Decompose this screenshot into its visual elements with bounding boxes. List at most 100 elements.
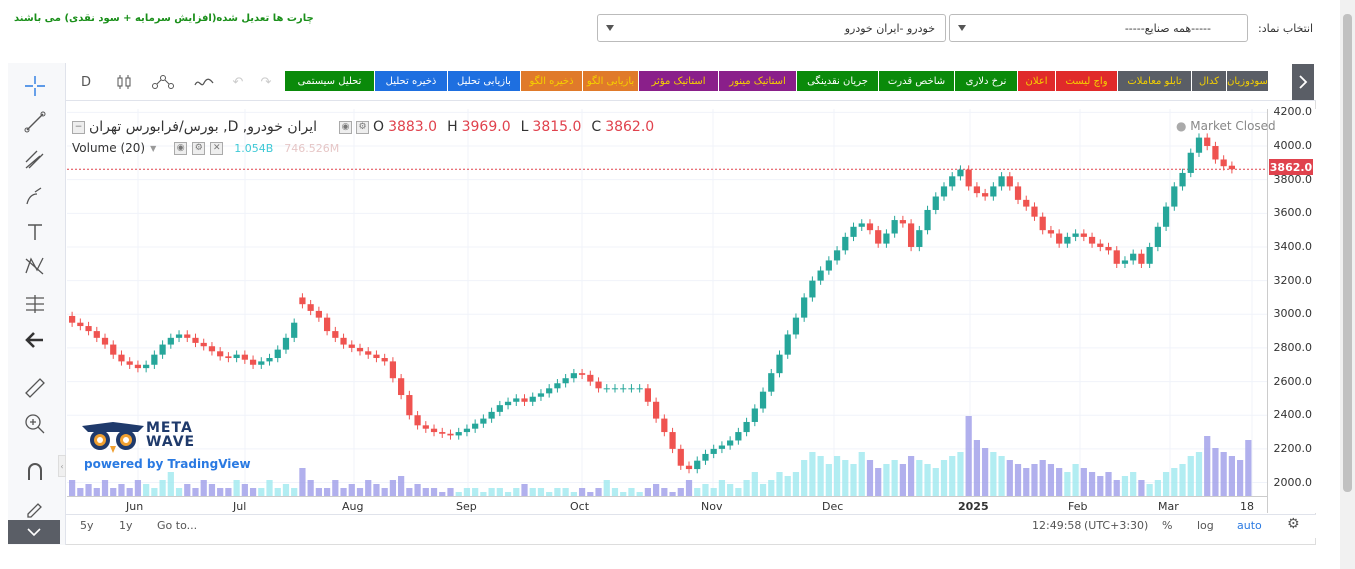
magnet-icon[interactable] (22, 459, 48, 485)
volume-bar (768, 480, 775, 496)
candle-body (727, 440, 734, 446)
volume-bar (373, 484, 380, 496)
candle-body (899, 220, 906, 224)
brush-icon[interactable] (22, 183, 48, 209)
chip-3[interactable]: ذخیره الگو (521, 71, 583, 91)
chip-1[interactable]: ذخیره تحلیل (375, 71, 448, 91)
candle-body (1080, 233, 1087, 237)
range-1y-button[interactable]: 1y (119, 519, 133, 532)
candle-body (907, 223, 915, 247)
close-icon[interactable]: ✕ (210, 141, 224, 155)
time-tick-label: Sep (456, 500, 477, 513)
feature-chips: تحلیل سیستمی ذخیره تحلیل بازیابی تحلیل ذخیر… (285, 71, 1297, 91)
settings-icon[interactable]: ⚙ (192, 141, 206, 155)
time-tick-label: Jun (126, 500, 144, 513)
pattern-icon[interactable] (22, 253, 48, 279)
auto-toggle[interactable]: auto (1237, 519, 1262, 532)
fib-icon[interactable] (22, 291, 48, 317)
industry-select-value: -----همه صنایع----- (1124, 22, 1211, 35)
page-scrollbar[interactable] (1340, 0, 1355, 569)
timezone[interactable]: (UTC+3:30) (1084, 519, 1148, 532)
volume-bar (1072, 464, 1079, 496)
scrollbar-thumb[interactable] (1343, 14, 1352, 492)
volume-bar (710, 488, 717, 496)
volume-bar (208, 484, 216, 496)
chip-12[interactable]: تابلو معاملات (1118, 71, 1192, 91)
candle-body (554, 383, 561, 389)
candle-body (488, 411, 495, 419)
lock-drawing-icon[interactable] (22, 495, 48, 521)
volume-bar (990, 452, 997, 496)
range-5y-button[interactable]: 5y (80, 519, 94, 532)
log-toggle[interactable]: log (1197, 519, 1214, 532)
volume-bar (685, 480, 693, 496)
chip-7[interactable]: جریان نقدینگی (797, 71, 879, 91)
settings-icon[interactable]: ⚙ (356, 120, 370, 134)
candle-body (1179, 172, 1186, 187)
page: چارت ها تعدیل شده(افزایش سرمایه + سود نق… (0, 0, 1355, 569)
candle-style-icon[interactable] (112, 71, 136, 93)
volume-bar (225, 488, 232, 496)
trend-line-icon[interactable] (22, 109, 48, 135)
time-axis[interactable]: Jun Jul Aug Sep Oct Nov Dec 2025 Feb Mar 18 (67, 496, 1267, 514)
eye-icon[interactable]: ◉ (174, 141, 188, 155)
volume-bar (982, 448, 989, 496)
ruler-icon[interactable] (22, 375, 48, 401)
candle-body (513, 398, 520, 402)
chip-13[interactable]: کدال (1192, 71, 1227, 91)
toolbar-collapse-button[interactable] (8, 520, 60, 544)
goto-date-button[interactable]: Go to... (157, 519, 197, 532)
chip-2[interactable]: بازیابی تحلیل (448, 71, 521, 91)
chips-scroll-right-button[interactable] (1292, 64, 1314, 100)
zoom-icon[interactable] (22, 411, 48, 437)
percent-toggle[interactable]: % (1162, 519, 1172, 532)
candle-body (463, 428, 471, 433)
chip-6[interactable]: استاتیک مینور (719, 71, 797, 91)
chip-9[interactable]: نرخ دلاری (955, 71, 1018, 91)
chip-14[interactable]: سودوزیان (1227, 71, 1269, 91)
pitchfork-icon[interactable] (22, 147, 48, 173)
volume-bar (949, 456, 956, 496)
compare-icon[interactable] (192, 71, 216, 93)
volume-bar (1014, 464, 1022, 496)
powered-by-tradingview[interactable]: powered by TradingView (84, 457, 251, 471)
high-label: H (447, 119, 458, 135)
high-value: 3969.0 (461, 119, 511, 135)
candle-body (628, 388, 635, 390)
undo-icon[interactable]: ↶ (229, 71, 247, 93)
candle-body (101, 337, 109, 345)
candle-body (743, 421, 750, 433)
candle-body (949, 176, 956, 187)
candle-body (110, 344, 117, 355)
gear-icon[interactable]: ⚙ (1287, 516, 1300, 532)
candle-body (69, 315, 76, 323)
chip-10[interactable]: اعلان (1018, 71, 1056, 91)
text-icon[interactable] (22, 219, 48, 245)
interval-button[interactable]: D (78, 71, 94, 93)
eye-icon[interactable]: ◉ (339, 120, 353, 134)
chip-5[interactable]: استاتیک مؤثر (639, 71, 719, 91)
symbol-select[interactable]: خودرو -ایران خودرو (597, 14, 946, 42)
candle-body (233, 354, 240, 359)
crosshair-icon[interactable] (22, 73, 48, 99)
candle-body (1023, 199, 1030, 207)
volume-bar (184, 484, 191, 496)
volume-bar (1204, 436, 1211, 496)
candle-body (217, 351, 224, 357)
collapse-legend-icon[interactable]: − (72, 120, 85, 134)
indicators-icon[interactable] (150, 71, 176, 93)
back-arrow-icon[interactable] (22, 327, 48, 353)
candle-body (817, 270, 824, 281)
chip-11[interactable]: واچ لیست (1056, 71, 1118, 91)
chip-8[interactable]: شاخص قدرت (879, 71, 955, 91)
collapse-toolbar-handle[interactable]: ‹ (58, 455, 66, 477)
chevron-down-icon[interactable]: ▼ (150, 144, 156, 153)
volume-bar (735, 488, 742, 496)
candle-body (653, 401, 660, 419)
chip-0[interactable]: تحلیل سیستمی (285, 71, 375, 91)
candle-body (1056, 233, 1063, 244)
chip-4[interactable]: بازیابی الگو (583, 71, 639, 91)
candle-body (439, 432, 446, 434)
industry-select[interactable]: -----همه صنایع----- (949, 14, 1248, 42)
redo-icon[interactable]: ↷ (257, 71, 275, 93)
